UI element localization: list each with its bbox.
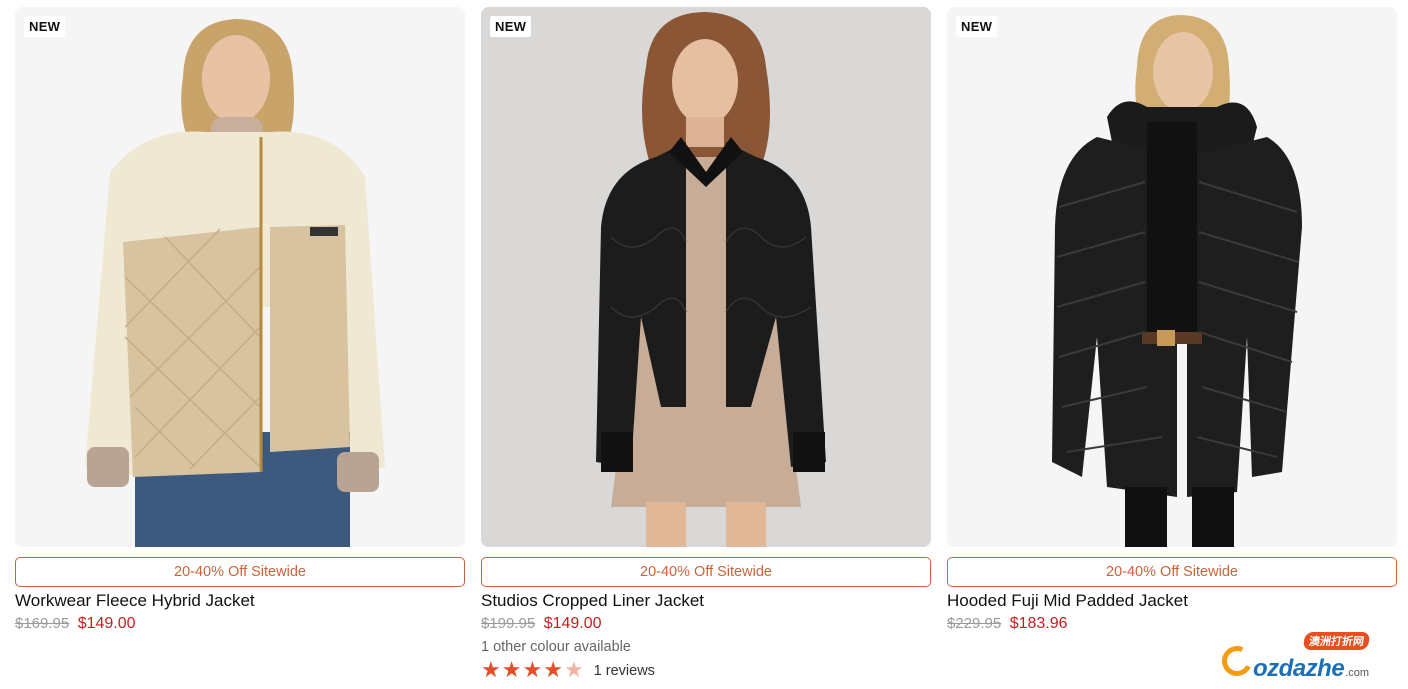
- product-title[interactable]: Studios Cropped Liner Jacket: [481, 590, 931, 612]
- rating-row[interactable]: ★ ★ ★ ★ ★ 1 reviews: [481, 659, 931, 683]
- colour-options-text[interactable]: 1 other colour available: [481, 637, 931, 657]
- product-photo-fuji-padded-jacket: [947, 7, 1397, 547]
- watermark-domain: .com: [1345, 667, 1370, 679]
- star-rating: ★ ★ ★ ★ ★: [481, 660, 584, 682]
- watermark-c-icon: [1217, 641, 1257, 681]
- sale-price: $149.00: [77, 615, 136, 632]
- star-filled-icon: ★: [501, 658, 522, 683]
- product-card[interactable]: NEW 20-40% Off Sitewide Workwear Fleece …: [15, 7, 465, 683]
- price-row: $169.95 $149.00: [15, 613, 465, 635]
- new-badge: NEW: [24, 16, 66, 37]
- new-badge: NEW: [490, 16, 532, 37]
- product-image[interactable]: NEW: [15, 7, 465, 547]
- star-filled-icon: ★: [481, 658, 501, 683]
- price-row: $199.95 $149.00: [481, 613, 931, 635]
- sale-price: $183.96: [1009, 615, 1068, 632]
- product-photo-workwear-fleece-jacket: [15, 7, 465, 547]
- product-title[interactable]: Workwear Fleece Hybrid Jacket: [15, 590, 465, 612]
- watermark-name: ozdazhe: [1253, 655, 1345, 682]
- product-image[interactable]: NEW: [947, 7, 1397, 547]
- product-photo-studios-liner-jacket: [481, 7, 931, 547]
- product-card[interactable]: NEW 20-40% Off Sitewide Studios Cropped …: [481, 7, 931, 683]
- star-filled-icon: ★: [543, 658, 563, 683]
- product-title[interactable]: Hooded Fuji Mid Padded Jacket: [947, 590, 1397, 612]
- sale-price: $149.00: [543, 615, 602, 632]
- watermark-wordmark: ozdazhe .com: [1217, 641, 1370, 683]
- star-empty-icon: ★: [563, 658, 584, 683]
- promo-banner[interactable]: 20-40% Off Sitewide: [947, 557, 1397, 587]
- product-image[interactable]: NEW: [481, 7, 931, 547]
- product-card[interactable]: NEW 20-40% Off Sitewide Hooded Fuji Mid …: [947, 7, 1397, 683]
- original-price: $199.95: [481, 615, 536, 632]
- original-price: $229.95: [947, 615, 1002, 632]
- new-badge: NEW: [956, 16, 998, 37]
- star-filled-icon: ★: [522, 658, 543, 683]
- review-count[interactable]: 1 reviews: [594, 663, 655, 679]
- original-price: $169.95: [15, 615, 70, 632]
- promo-banner[interactable]: 20-40% Off Sitewide: [15, 557, 465, 587]
- site-watermark-logo: 澳洲打折网 ozdazhe .com: [1217, 632, 1387, 683]
- promo-banner[interactable]: 20-40% Off Sitewide: [481, 557, 931, 587]
- product-grid: NEW 20-40% Off Sitewide Workwear Fleece …: [15, 7, 1397, 683]
